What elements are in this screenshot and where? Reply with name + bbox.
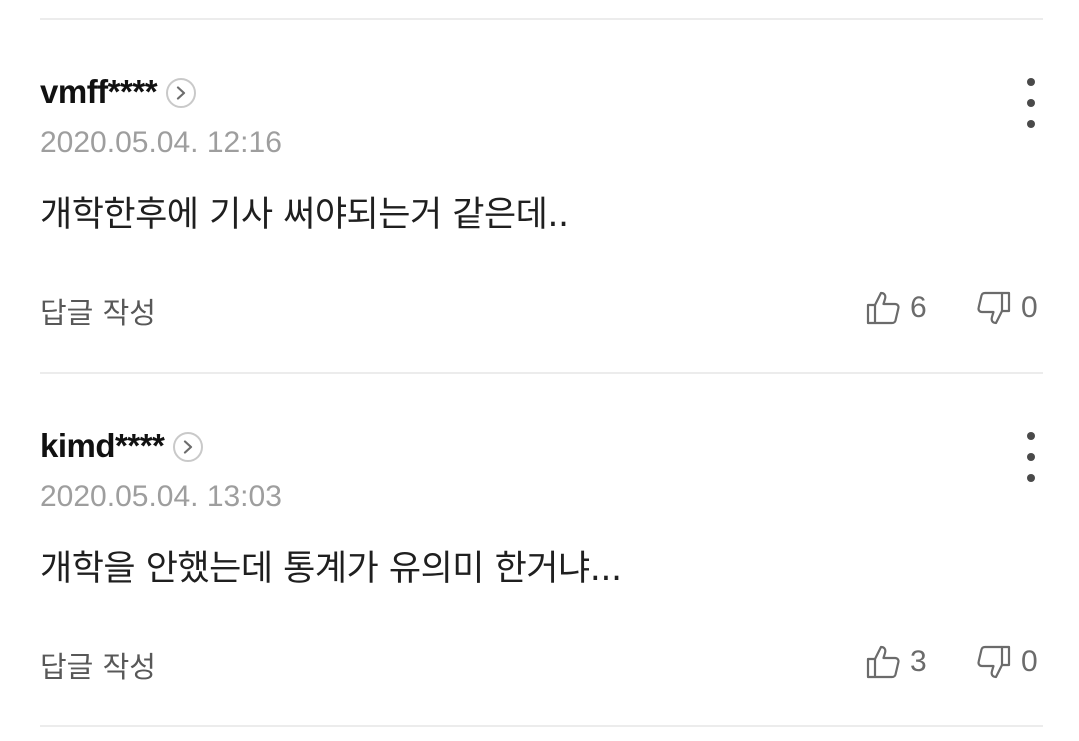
author-row: kimd**** (40, 426, 204, 466)
thumbs-down-icon (977, 645, 1011, 679)
chevron-right-circle-icon[interactable] (166, 78, 197, 108)
author-name[interactable]: kimd**** (40, 427, 165, 465)
thumbs-down-icon (977, 291, 1011, 325)
author-name[interactable]: vmff**** (40, 73, 158, 111)
comment-text: 개학을 안했는데 통계가 유의미 한거냐... (40, 549, 622, 589)
like-button[interactable]: 6 (865, 288, 927, 328)
vertical-ellipsis-icon[interactable] (1019, 78, 1043, 128)
thumbs-up-icon (866, 645, 900, 679)
dislike-button[interactable]: 0 (976, 642, 1038, 682)
author-row: vmff**** (40, 72, 197, 112)
comment-item: vmff**** 2020.05.04. 12:16 개학한후에 기사 써야되는… (40, 20, 1043, 370)
chevron-right-circle-icon[interactable] (173, 432, 204, 462)
dislike-count: 0 (1021, 645, 1038, 678)
dislike-button[interactable]: 0 (976, 288, 1038, 328)
like-count: 3 (910, 645, 927, 678)
divider-bottom (40, 725, 1043, 727)
reply-button[interactable]: 답글 작성 (40, 644, 156, 686)
vertical-ellipsis-icon[interactable] (1019, 432, 1043, 482)
like-button[interactable]: 3 (865, 642, 927, 682)
comment-timestamp: 2020.05.04. 13:03 (40, 480, 282, 513)
thumbs-up-icon (866, 291, 900, 325)
comment-timestamp: 2020.05.04. 12:16 (40, 126, 282, 159)
comment-item: kimd**** 2020.05.04. 13:03 개학을 안했는데 통계가 … (40, 374, 1043, 724)
dislike-count: 0 (1021, 291, 1038, 324)
chevron-right-glyph (176, 86, 186, 100)
chevron-right-glyph (184, 440, 193, 454)
comment-text: 개학한후에 기사 써야되는거 같은데.. (40, 195, 569, 235)
reply-button[interactable]: 답글 작성 (40, 290, 156, 332)
like-count: 6 (910, 291, 927, 324)
